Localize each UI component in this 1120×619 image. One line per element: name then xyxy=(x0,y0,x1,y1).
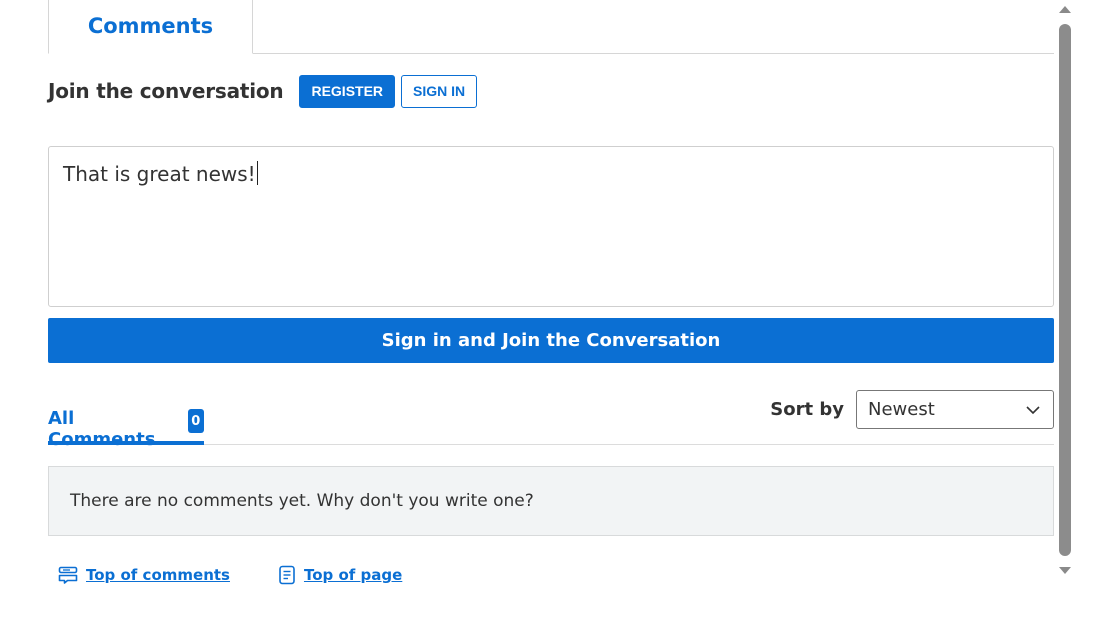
scroll-down-arrow-icon[interactable] xyxy=(1059,567,1071,574)
sort-label: Sort by xyxy=(770,399,844,420)
join-title: Join the conversation xyxy=(48,79,284,103)
scroll-up-arrow-icon[interactable] xyxy=(1059,6,1071,13)
sort-select[interactable]: Newest xyxy=(856,390,1054,429)
comments-section: Comments Join the conversation REGISTER … xyxy=(0,0,1120,619)
top-of-page-label: Top of page xyxy=(303,566,403,584)
comments-header: All Comments 0 Sort by Newest xyxy=(48,390,1054,450)
comment-text: That is great news! xyxy=(63,162,256,186)
tab-all-comments[interactable]: All Comments 0 xyxy=(48,408,204,450)
sign-in-and-join-button[interactable]: Sign in and Join the Conversation xyxy=(48,318,1054,363)
comment-textarea[interactable]: That is great news! xyxy=(48,146,1054,307)
vertical-scrollbar[interactable] xyxy=(1056,0,1074,585)
top-of-page-link[interactable]: Top of page xyxy=(278,565,402,585)
chevron-down-icon xyxy=(1026,405,1040,414)
empty-comments-message: There are no comments yet. Why don't you… xyxy=(48,466,1054,536)
all-comments-label: All Comments xyxy=(48,408,156,450)
comments-icon xyxy=(58,566,78,584)
tab-comments[interactable]: Comments xyxy=(48,0,253,54)
empty-message-text: There are no comments yet. Why don't you… xyxy=(70,491,534,511)
text-caret xyxy=(256,161,258,185)
tab-strip: Comments xyxy=(48,0,1054,54)
page-icon xyxy=(279,565,295,585)
footer-links: Top of comments Top of page xyxy=(58,565,402,585)
sign-in-button[interactable]: SIGN IN xyxy=(401,74,478,108)
sort-control: Sort by Newest xyxy=(770,390,1054,429)
register-button[interactable]: REGISTER xyxy=(299,74,396,108)
sort-selected-value: Newest xyxy=(868,399,935,420)
join-row: Join the conversation REGISTER SIGN IN xyxy=(48,74,478,108)
scrollbar-thumb[interactable] xyxy=(1059,24,1071,556)
top-of-comments-link[interactable]: Top of comments xyxy=(58,566,230,584)
comment-count-badge: 0 xyxy=(187,409,204,433)
top-of-comments-label: Top of comments xyxy=(86,566,230,584)
